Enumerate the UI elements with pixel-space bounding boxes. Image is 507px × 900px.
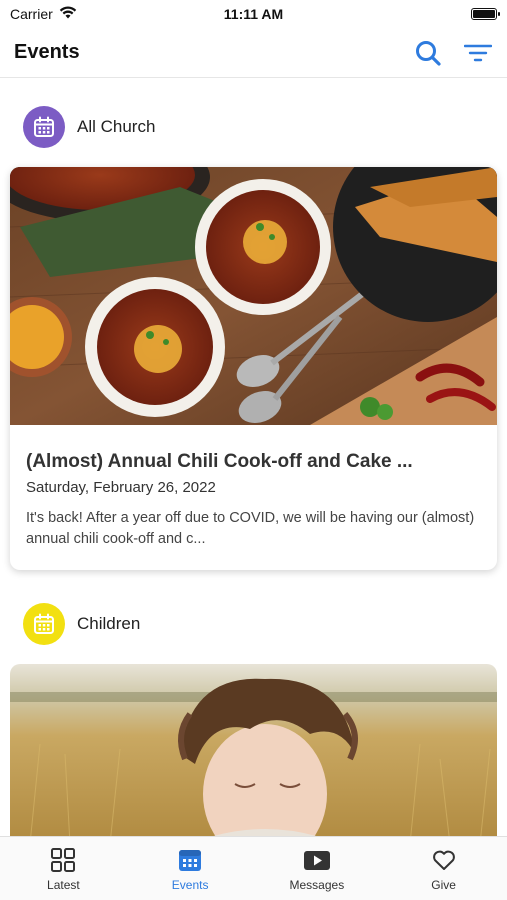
- play-icon: [303, 851, 330, 870]
- event-title: (Almost) Annual Chili Cook-off and Cake …: [26, 451, 413, 472]
- status-left: Carrier: [10, 6, 77, 22]
- events-list[interactable]: All Church (Almost) Annual Chili Cook-of…: [0, 79, 507, 836]
- wifi-icon: [59, 6, 77, 22]
- calendar-icon: [179, 850, 202, 871]
- status-bar: Carrier 11:11 AM: [0, 0, 507, 28]
- nav-actions: [413, 38, 493, 68]
- tab-events[interactable]: Events: [127, 837, 254, 900]
- battery-fill: [473, 10, 495, 18]
- section-header-all-church: All Church: [0, 95, 507, 159]
- page-title: Events: [14, 41, 80, 63]
- event-description: It's back! After a year off due to COVID…: [26, 510, 475, 547]
- heart-icon: [432, 850, 455, 870]
- event-card-body: (Almost) Annual Chili Cook-off and Cake …: [10, 425, 497, 570]
- tab-label: Events: [171, 878, 209, 892]
- search-button[interactable]: [413, 38, 443, 68]
- section-label: Children: [77, 614, 141, 633]
- section-label: All Church: [77, 117, 156, 136]
- nav-bar: Events: [0, 28, 507, 78]
- carrier-label: Carrier: [10, 6, 53, 22]
- tab-give[interactable]: Give: [380, 837, 507, 900]
- event-image: [10, 167, 497, 425]
- calendar-icon: [23, 106, 65, 148]
- calendar-icon: [23, 603, 65, 645]
- tab-messages[interactable]: Messages: [254, 837, 381, 900]
- event-image: [10, 664, 497, 836]
- tab-bar: Latest Events Messages Give: [0, 836, 507, 900]
- event-date: Saturday, February 26, 2022: [26, 479, 216, 496]
- search-icon: [416, 40, 441, 66]
- filter-button[interactable]: [463, 38, 493, 68]
- filter-icon: [464, 44, 492, 61]
- grid-icon: [51, 848, 76, 872]
- section-header-children: Children: [0, 592, 507, 656]
- tab-label: Latest: [47, 878, 80, 892]
- tab-label: Messages: [289, 878, 345, 892]
- tab-label: Give: [431, 878, 456, 892]
- event-card[interactable]: [10, 664, 497, 836]
- battery-icon: [471, 8, 500, 20]
- event-card[interactable]: (Almost) Annual Chili Cook-off and Cake …: [10, 167, 497, 570]
- tab-latest[interactable]: Latest: [0, 837, 127, 900]
